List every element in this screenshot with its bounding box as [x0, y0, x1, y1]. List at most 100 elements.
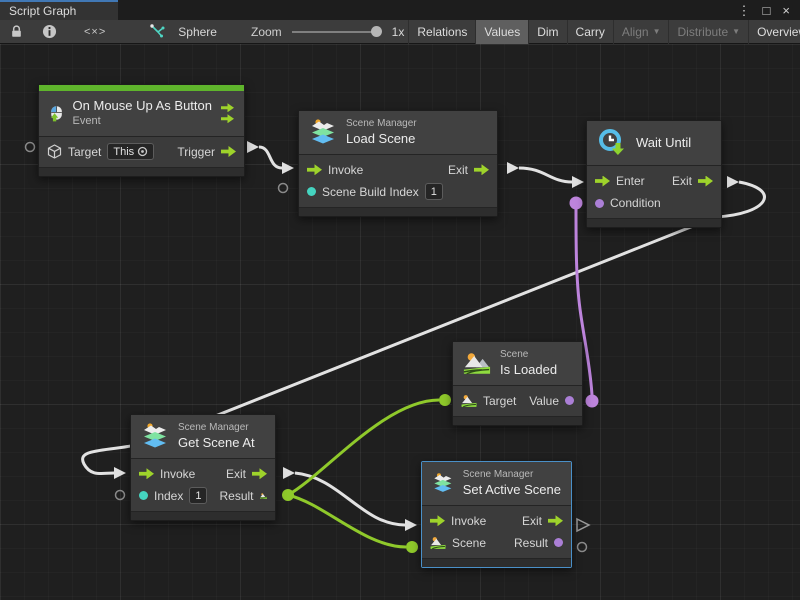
target-value-chip[interactable]: This: [107, 143, 154, 160]
exit-port-label: Exit: [522, 514, 542, 528]
port-event-target-in[interactable]: [26, 143, 35, 152]
node-header: On Mouse Up As Button Event: [39, 91, 244, 137]
index-port-label: Index: [154, 489, 183, 503]
port-set-active-result-out[interactable]: [578, 543, 587, 552]
tab-bar-spacer: [118, 0, 728, 20]
graph-branch-icon: [149, 24, 165, 39]
tab-script-graph[interactable]: Script Graph: [0, 0, 118, 20]
port-is-loaded-target-in[interactable]: [439, 394, 451, 406]
port-wait-condition-in[interactable]: [570, 197, 583, 210]
invoke-port-label: Invoke: [160, 467, 195, 481]
graph-target-button[interactable]: [140, 20, 174, 44]
zoom-slider-handle[interactable]: [371, 26, 382, 37]
code-view-button[interactable]: <×>: [66, 26, 124, 38]
flow-arrow-icon: [307, 164, 322, 175]
script-graph-window: Script Graph ⋮ □ × <×>: [0, 0, 800, 600]
int-port-icon: [139, 491, 148, 500]
build-index-port-label: Scene Build Index: [322, 185, 419, 199]
info-button[interactable]: [33, 20, 66, 44]
node-category: Scene Manager: [346, 118, 417, 131]
values-button[interactable]: Values: [475, 20, 528, 44]
node-get-scene-at[interactable]: Scene Manager Get Scene At Invoke Exit I…: [130, 414, 276, 521]
index-value-chip[interactable]: 1: [189, 487, 207, 504]
zoom-slider-track[interactable]: [292, 31, 378, 33]
port-row: Scene Result: [422, 532, 571, 554]
code-icon: <×>: [84, 26, 106, 38]
port-set-active-exit-out[interactable]: [577, 519, 589, 531]
flow-arrow-icon: [430, 515, 445, 526]
port-set-active-invoke-in[interactable]: [405, 519, 417, 531]
port-load-invoke-in[interactable]: [282, 162, 294, 174]
node-on-mouse-up-as-button[interactable]: On Mouse Up As Button Event Target This: [38, 84, 245, 177]
lock-icon: [9, 24, 24, 39]
exit-port-label: Exit: [672, 174, 692, 188]
tab-bar: Script Graph ⋮ □ ×: [0, 0, 800, 20]
scene-result-port-icon: [554, 538, 563, 547]
flow-arrow-icon: [548, 515, 563, 526]
event-coroutine-icon: [221, 103, 234, 123]
port-wait-exit-out[interactable]: [727, 176, 739, 188]
distribute-dropdown[interactable]: Distribute▼: [668, 20, 748, 44]
overview-button[interactable]: Overview: [748, 20, 800, 44]
node-subtitle: Event: [73, 114, 212, 128]
target-port-label: Target: [483, 394, 516, 408]
node-footer: [453, 416, 582, 425]
node-titles: Scene Manager Set Active Scene: [463, 469, 561, 498]
bool-port-icon: [565, 396, 574, 405]
node-body: Target Value: [453, 386, 582, 416]
node-titles: On Mouse Up As Button Event: [73, 98, 212, 129]
node-title: Wait Until: [636, 135, 691, 151]
port-load-exit-out[interactable]: [507, 162, 519, 174]
port-get-scene-index-in[interactable]: [116, 491, 125, 500]
close-icon[interactable]: ×: [782, 4, 790, 17]
port-event-trigger-out[interactable]: [247, 141, 259, 153]
node-wait-until[interactable]: Wait Until Enter Exit Condition: [586, 120, 722, 228]
node-load-scene[interactable]: Scene Manager Load Scene Invoke Exit Sce…: [298, 110, 498, 217]
flow-arrow-icon: [221, 146, 236, 157]
port-row: Index 1 Result: [131, 485, 275, 507]
node-footer: [299, 207, 497, 216]
node-is-loaded[interactable]: Scene Is Loaded Target Value: [452, 341, 583, 426]
node-category: Scene: [500, 349, 557, 362]
condition-port-label: Condition: [610, 196, 661, 210]
port-set-active-scene-in[interactable]: [406, 541, 418, 553]
target-port-label: Target: [68, 145, 101, 159]
graph-toolbar: <×> Sphere Zoom 1x Relations Values Dim …: [0, 20, 800, 44]
dim-button[interactable]: Dim: [528, 20, 566, 44]
node-footer: [422, 558, 571, 567]
node-set-active-scene[interactable]: Scene Manager Set Active Scene Invoke Ex…: [421, 461, 572, 568]
relations-button[interactable]: Relations: [408, 20, 475, 44]
port-get-scene-result-out[interactable]: [282, 489, 294, 501]
scene-port-label: Scene: [452, 536, 486, 550]
window-menu-icon[interactable]: ⋮: [738, 4, 751, 17]
port-wait-enter-in[interactable]: [572, 176, 584, 188]
node-title: On Mouse Up As Button: [73, 98, 212, 114]
wire-load-exit-to-wait-enter[interactable]: [519, 168, 572, 182]
node-category: Scene Manager: [178, 422, 255, 435]
result-port-label: Result: [219, 489, 253, 503]
graph-canvas[interactable]: On Mouse Up As Button Event Target This: [0, 44, 800, 600]
node-header: Scene Manager Set Active Scene: [422, 462, 571, 506]
node-body: Enter Exit Condition: [587, 166, 721, 218]
wire-trigger-to-load-invoke[interactable]: [259, 147, 282, 168]
trigger-port-label: Trigger: [177, 145, 215, 159]
port-get-scene-exit-out[interactable]: [283, 467, 295, 479]
scene-manager-icon: [432, 469, 454, 497]
wire-get-scene-exit-to-set-active-invoke[interactable]: [295, 473, 405, 525]
port-get-scene-invoke-in[interactable]: [114, 467, 126, 479]
flow-arrow-icon: [698, 176, 713, 187]
value-port-label: Value: [529, 394, 559, 408]
port-load-build-index-in[interactable]: [279, 184, 288, 193]
carry-button[interactable]: Carry: [567, 20, 613, 44]
node-body: Invoke Exit Scene Build Index 1: [299, 155, 497, 207]
zoom-slider[interactable]: [292, 31, 378, 33]
build-index-value-chip[interactable]: 1: [425, 183, 443, 200]
wire-result-to-is-loaded-target[interactable]: [288, 400, 439, 495]
lock-button[interactable]: [0, 20, 33, 44]
align-dropdown[interactable]: Align▼: [613, 20, 669, 44]
port-is-loaded-value-out[interactable]: [586, 395, 599, 408]
maximize-icon[interactable]: □: [763, 4, 771, 17]
node-title: Get Scene At: [178, 435, 255, 451]
node-titles: Wait Until: [636, 135, 691, 151]
window-controls: ⋮ □ ×: [728, 0, 800, 20]
